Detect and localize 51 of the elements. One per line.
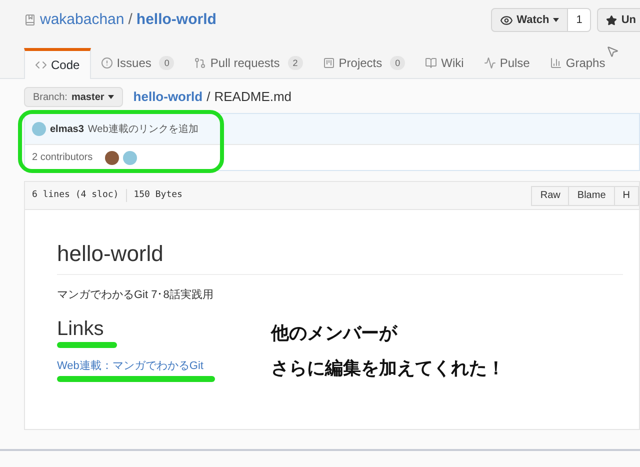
- tab[interactable]: Projects 0: [312, 47, 416, 78]
- commit-message[interactable]: Web連載のリンクを追加: [88, 122, 198, 136]
- commit-author[interactable]: elmas3: [50, 122, 84, 136]
- bar-chart-icon: [550, 56, 562, 68]
- highlight-underline: [57, 342, 117, 348]
- repo-link[interactable]: hello-world: [136, 8, 216, 32]
- pull-request-icon: [194, 56, 206, 68]
- path-separator: /: [128, 10, 132, 30]
- tab[interactable]: Pulse: [474, 47, 540, 78]
- caret-icon: [108, 95, 114, 99]
- repo-link[interactable]: hello-world: [133, 87, 203, 107]
- repo-icon: [24, 14, 36, 26]
- count-badge: 0: [159, 56, 174, 70]
- tab[interactable]: Wiki: [415, 47, 474, 78]
- avatar: [32, 122, 46, 136]
- book-icon: [425, 56, 438, 68]
- watch-button[interactable]: Watch: [490, 8, 568, 32]
- board-icon: [322, 56, 335, 68]
- file-action-button[interactable]: Raw: [531, 186, 570, 206]
- star-icon: [606, 14, 618, 26]
- caption-text: さらに編集を加えてくれた！: [271, 357, 505, 380]
- caption-text: 他のメンバーが: [271, 322, 399, 345]
- watch-count: 1: [568, 8, 592, 32]
- file-size: 150 Bytes: [132, 188, 182, 202]
- code-icon: [35, 59, 47, 71]
- tab[interactable]: Code: [24, 48, 91, 79]
- links-heading: Links: [57, 316, 105, 342]
- file-name: README.md: [214, 88, 292, 106]
- readme-paragraph: マンガでわかるGit 7･8話実践用: [57, 288, 214, 303]
- eye-icon: [500, 14, 513, 26]
- mouse-cursor-icon: [606, 44, 619, 59]
- avatar: [122, 150, 137, 164]
- caret-icon: [553, 18, 560, 22]
- tab[interactable]: Pull requests 2: [184, 47, 313, 78]
- file-action-button[interactable]: H: [614, 186, 639, 206]
- star-button[interactable]: Un: [597, 8, 640, 32]
- alert-circle-icon: [100, 56, 113, 68]
- file-action-button[interactable]: Blame: [568, 186, 615, 206]
- contributors-count: 2 contributors: [32, 151, 93, 165]
- branch-select[interactable]: Branch: master: [24, 87, 124, 107]
- tab[interactable]: Issues 0: [90, 47, 184, 78]
- tab[interactable]: Graphs: [540, 47, 616, 78]
- line-count: 6 lines (4 sloc): [32, 188, 127, 202]
- path-separator: /: [206, 88, 210, 106]
- web-series-link[interactable]: Web連載：マンガでわかるGit: [57, 358, 267, 374]
- count-badge: 2: [288, 56, 303, 70]
- avatar: [104, 150, 119, 164]
- readme-title: hello-world: [57, 240, 623, 275]
- count-badge: 0: [390, 56, 406, 70]
- owner-link[interactable]: wakabachan: [40, 8, 124, 32]
- pulse-icon: [484, 56, 496, 68]
